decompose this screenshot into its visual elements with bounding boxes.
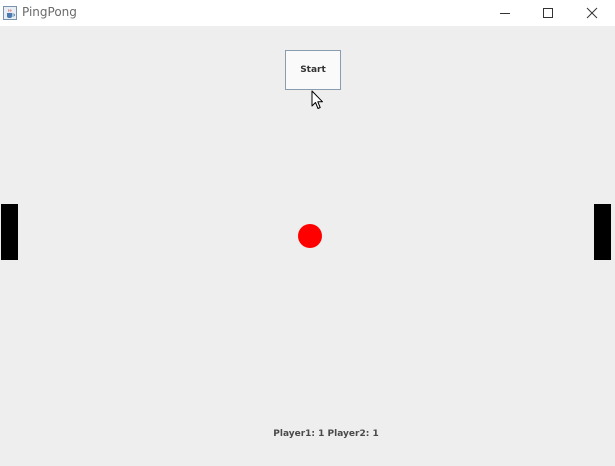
minimize-icon[interactable]: [482, 0, 528, 26]
game-canvas[interactable]: Start Player1: 1 Player2: 1: [0, 26, 615, 466]
start-button[interactable]: Start: [285, 50, 341, 90]
right-paddle: [594, 204, 611, 260]
maximize-icon[interactable]: [525, 0, 571, 26]
java-cup-icon: [3, 5, 17, 20]
ball: [298, 224, 322, 248]
score-display: Player1: 1 Player2: 1: [273, 429, 379, 439]
close-icon[interactable]: [569, 0, 615, 26]
window-titlebar[interactable]: PingPong: [0, 0, 615, 26]
left-paddle: [1, 204, 18, 260]
mouse-cursor-icon: [311, 90, 325, 110]
window-title: PingPong: [22, 5, 77, 19]
